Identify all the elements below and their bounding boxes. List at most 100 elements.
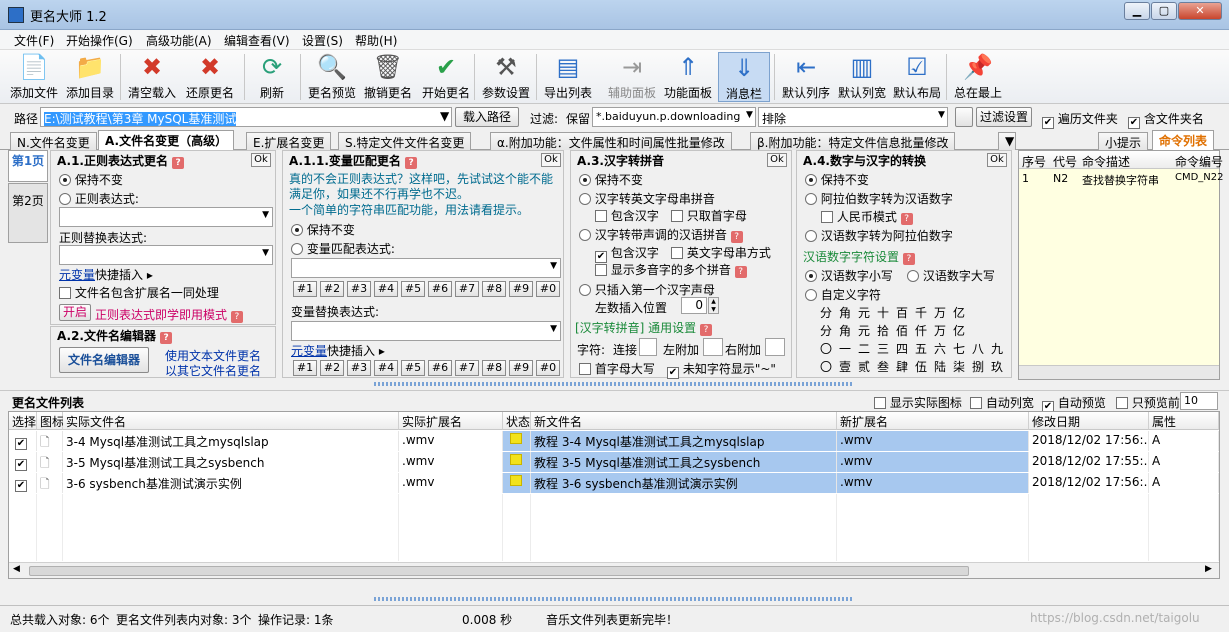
insert-var-button[interactable]: #0	[536, 281, 560, 297]
insert-var-button[interactable]: #4	[374, 281, 398, 297]
insert-var-button[interactable]: #6	[428, 281, 452, 297]
cmd-header-id[interactable]: 命令编号	[1175, 153, 1223, 170]
filter-toggle-button[interactable]	[955, 107, 973, 127]
toolbar-start-rename-button[interactable]: ✔ 开始更名	[416, 52, 476, 102]
row-select-checkbox[interactable]: ✔	[9, 473, 37, 493]
toolbar-pin-button[interactable]: 📌 总在最上	[950, 52, 1006, 102]
toolbar-preview-button[interactable]: 🔍 更名预览	[304, 52, 360, 102]
digit-char-cell[interactable]: 角	[836, 322, 854, 339]
a11-ok-button[interactable]: Ok	[541, 153, 561, 167]
digit-char-cell[interactable]: 万	[931, 304, 949, 321]
insert-var-button[interactable]: #2	[320, 360, 344, 376]
column-header[interactable]: 实际扩展名	[399, 412, 503, 430]
tab-specific-file-change[interactable]: S.特定文件文件名变更	[338, 132, 472, 150]
a11-meta-link[interactable]: 元变量	[291, 344, 327, 358]
digit-char-cell[interactable]: 仟	[912, 322, 930, 339]
include-folder-name-checkbox[interactable]: ✔ 含文件夹名	[1128, 110, 1204, 129]
a11-keep-radio[interactable]: 保持不变	[291, 221, 355, 238]
auto-width-checkbox[interactable]: 自动列宽	[970, 394, 1034, 411]
a4-to-chinese-radio[interactable]: 阿拉伯数字转为汉语数字	[805, 190, 953, 207]
digit-char-cell[interactable]: 陆	[931, 358, 949, 375]
a4-rmb-checkbox[interactable]: 人民币模式 ?	[821, 208, 913, 225]
help-icon[interactable]: ?	[160, 332, 173, 344]
menu-advanced[interactable]: 高级功能(A)	[146, 32, 212, 49]
digit-char-cell[interactable]: 佰	[893, 322, 911, 339]
only-preview-checkbox[interactable]: 只预览前	[1116, 394, 1180, 411]
column-header[interactable]: 属性	[1149, 412, 1219, 430]
a4-to-arabic-radio[interactable]: 汉语数字转为阿拉伯数字	[805, 227, 953, 244]
help-icon[interactable]: ?	[734, 266, 747, 278]
column-header[interactable]: 新文件名	[531, 412, 837, 430]
digit-char-cell[interactable]: 〇	[817, 358, 835, 375]
tab-name-change-advanced[interactable]: A.文件名变更（高级）	[98, 130, 235, 151]
insert-var-button[interactable]: #6	[428, 360, 452, 376]
a1-instant-mode[interactable]: 正则表达式即学即用模式 ?	[95, 306, 243, 323]
insert-var-button[interactable]: #3	[347, 360, 371, 376]
table-row[interactable]: ✔ 🗋 3-5 Mysql基准测试工具之sysbench .wmv 教程 3-5 Mys…	[9, 452, 1219, 473]
keep-dropdown-icon[interactable]: ▼	[746, 110, 753, 120]
cmd-header-index[interactable]: 序号	[1022, 153, 1046, 170]
tab-name-change[interactable]: N.文件名变更	[10, 132, 97, 150]
insert-var-button[interactable]: #8	[482, 281, 506, 297]
tab-attr-time[interactable]: α.附加功能：文件属性和时间属性批量修改	[490, 132, 732, 150]
show-icon-checkbox[interactable]: 显示实际图标	[874, 394, 962, 411]
toolbar-aux-panel-button[interactable]: ⇥ 辅助面板	[604, 52, 660, 102]
column-header[interactable]: 图标	[37, 412, 64, 430]
digit-char-cell[interactable]: 贰	[855, 358, 873, 375]
preview-count-input[interactable]: 10	[1180, 392, 1218, 410]
a1-replace-input[interactable]: ▼	[59, 245, 273, 265]
insert-var-button[interactable]: #7	[455, 281, 479, 297]
digit-char-cell[interactable]: 一	[836, 340, 854, 357]
toolbar-refresh-button[interactable]: ⟳ 刷新	[248, 52, 296, 102]
filter-settings-button[interactable]: 过滤设置	[976, 107, 1032, 127]
help-icon[interactable]: ?	[730, 231, 743, 243]
toolbar-default-col-order-button[interactable]: ⇤ 默认列序	[778, 52, 834, 102]
digit-char-cell[interactable]: 元	[855, 304, 873, 321]
digit-char-cell[interactable]: 〇	[817, 340, 835, 357]
a4-keep-radio[interactable]: 保持不变	[805, 171, 869, 188]
a3-keep-radio[interactable]: 保持不变	[579, 171, 643, 188]
filename-editor-button[interactable]: 文件名编辑器	[59, 347, 149, 373]
exclude-dropdown-icon[interactable]: ▼	[938, 110, 945, 120]
a3-tone-radio[interactable]: 汉字转带声调的汉语拼音 ?	[579, 226, 743, 243]
insert-var-button[interactable]: #2	[320, 281, 344, 297]
row-select-checkbox[interactable]: ✔	[9, 452, 37, 472]
menu-edit-view[interactable]: 编辑查看(V)	[224, 32, 290, 49]
digit-char-cell[interactable]: 十	[874, 304, 892, 321]
command-row[interactable]: 1 N2 查找替换字符串 CMD_N22	[1019, 170, 1224, 188]
digit-char-cell[interactable]: 元	[855, 322, 873, 339]
toolbar-message-bar-button[interactable]: ⇓ 消息栏	[718, 52, 770, 102]
side-tab-page1[interactable]: 第1页	[8, 150, 48, 182]
scroll-left-icon[interactable]: ◀	[13, 564, 20, 574]
a3-connect-input[interactable]	[639, 338, 657, 356]
toolbar-clear-button[interactable]: ✖ 清空载入	[124, 52, 180, 102]
a1-keep-radio[interactable]: 保持不变	[59, 171, 123, 188]
a1-meta-link[interactable]: 元变量	[59, 268, 95, 282]
help-icon[interactable]: ?	[700, 324, 713, 336]
digit-char-cell[interactable]: 亿	[950, 304, 968, 321]
tab-command-list[interactable]: 命令列表	[1152, 130, 1215, 151]
a11-quick-insert[interactable]: 元变量快捷插入 ▸	[291, 342, 385, 359]
a1-ok-button[interactable]: Ok	[251, 153, 271, 167]
toolbar-function-panel-button[interactable]: ⇑ 功能面板	[660, 52, 716, 102]
table-row[interactable]: ✔ 🗋 3-4 Mysql基准测试工具之mysqlslap .wmv 教程 3-4 My…	[9, 431, 1219, 452]
maximize-button[interactable]: ▢	[1151, 2, 1177, 20]
digit-char-cell[interactable]: 四	[893, 340, 911, 357]
insert-var-button[interactable]: #1	[293, 281, 317, 297]
digit-char-cell[interactable]: 壹	[836, 358, 854, 375]
a3-letter-mode-checkbox[interactable]: 英文字母串方式	[671, 244, 771, 261]
toolbar-default-layout-button[interactable]: ☑ 默认布局	[888, 52, 946, 102]
help-icon[interactable]: ?	[172, 157, 185, 169]
insert-var-button[interactable]: #4	[374, 360, 398, 376]
help-icon[interactable]: ?	[230, 311, 243, 323]
digit-char-cell[interactable]: 百	[893, 304, 911, 321]
a3-include-hanzi-checkbox[interactable]: 包含汉字	[595, 207, 659, 224]
file-table-hscroll[interactable]: ◀ ▶	[9, 562, 1219, 578]
column-header[interactable]: 状态	[503, 412, 531, 430]
a3-polyphone-checkbox[interactable]: 显示多音字的多个拼音 ?	[595, 261, 747, 278]
a3-left-pos-input[interactable]: 0	[681, 297, 707, 314]
toolbar-restore-button[interactable]: ✖ 还原更名	[180, 52, 240, 102]
close-button[interactable]: ✕	[1178, 2, 1222, 20]
a3-rightadd-input[interactable]	[765, 338, 785, 356]
tab-tips[interactable]: 小提示	[1098, 132, 1149, 150]
